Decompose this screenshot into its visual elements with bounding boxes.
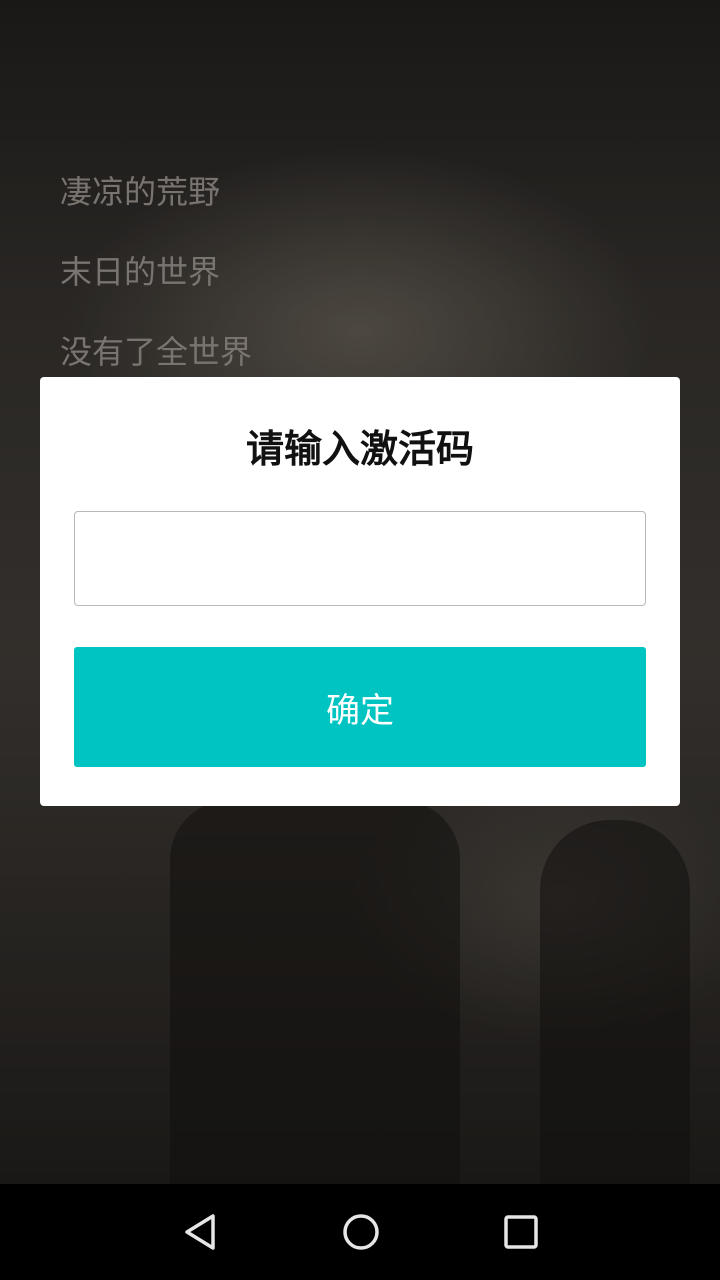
navigation-bar xyxy=(0,1184,720,1280)
confirm-button[interactable]: 确定 xyxy=(74,647,646,767)
dialog-title: 请输入激活码 xyxy=(245,427,474,471)
triangle-back-icon xyxy=(185,1214,215,1250)
circle-home-icon xyxy=(343,1214,379,1250)
recents-button[interactable] xyxy=(461,1184,581,1280)
activation-code-input[interactable] xyxy=(74,511,646,606)
back-button[interactable] xyxy=(141,1184,261,1280)
home-button[interactable] xyxy=(301,1184,421,1280)
square-recents-icon xyxy=(504,1215,538,1249)
screen: 凄凉的荒野 末日的世界 没有了全世界 请输入激活码 确定 xyxy=(0,0,720,1280)
